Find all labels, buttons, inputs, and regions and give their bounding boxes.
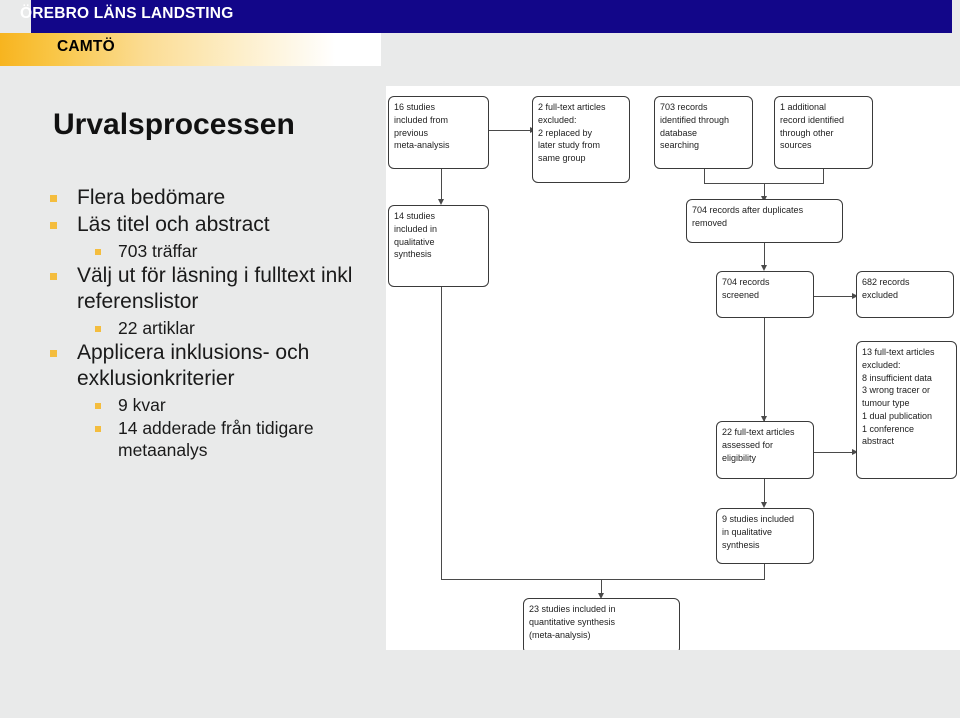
bullet-square-icon [95, 402, 101, 409]
list-item: 14 adderade från tidigare metaanalys [50, 417, 380, 461]
flow-box-additional-records-other-sources: 1 additional record identified through o… [774, 96, 873, 169]
list-item-label: Applicera inklusions- och exklusionkrite… [77, 340, 310, 391]
bullet-square-icon [95, 248, 101, 255]
page-title: Urvalsprocessen [53, 108, 295, 141]
prisma-flowchart-image: 16 studies included from previous meta-a… [386, 86, 960, 650]
list-item: 703 träffar [50, 240, 380, 262]
connector-line [704, 169, 705, 183]
connector-line [764, 479, 765, 504]
connector-line [441, 579, 765, 580]
connector-line [764, 243, 765, 267]
flow-box-two-excluded: 2 full-text articles excluded: 2 replace… [532, 96, 630, 183]
connector-line [814, 452, 854, 453]
bullet-square-icon [95, 425, 101, 432]
connector-line [823, 169, 824, 183]
connector-line [814, 296, 854, 297]
flow-box-thirteen-full-text-excluded: 13 full-text articles excluded: 8 insuff… [856, 341, 957, 479]
list-item: 22 artiklar [50, 317, 380, 339]
connector-line [489, 130, 531, 131]
list-item-label: Välj ut för läsning i fulltext inkl refe… [77, 263, 353, 314]
list-item: Flera bedömare [50, 185, 380, 211]
bullet-square-icon [50, 272, 57, 280]
flow-box-records-screened: 704 records screened [716, 271, 814, 318]
list-item-label: Flera bedömare [77, 186, 226, 209]
unit-title: CAMTÖ [57, 38, 115, 55]
list-item-label: 703 träffar [118, 240, 198, 261]
bullet-square-icon [50, 195, 57, 202]
list-item: Välj ut för läsning i fulltext inkl refe… [50, 263, 380, 316]
flow-box-records-excluded: 682 records excluded [856, 271, 954, 318]
list-item-label: 22 artiklar [118, 317, 195, 338]
flow-box-nine-qualitative-synthesis: 9 studies included in qualitative synthe… [716, 508, 814, 564]
list-item-label: 9 kvar [118, 394, 166, 415]
flow-box-records-after-duplicates-removed: 704 records after duplicates removed [686, 199, 843, 243]
flow-box-quantitative-synthesis: 23 studies included in quantitative synt… [523, 598, 680, 650]
connector-line [441, 169, 442, 201]
organisation-title: ÖREBRO LÄNS LANDSTING [20, 5, 234, 22]
list-item: Applicera inklusions- och exklusionkrite… [50, 340, 380, 393]
bullet-list: Flera bedömare Läs titel och abstract 70… [50, 185, 380, 462]
bullet-square-icon [50, 349, 57, 357]
connector-line [764, 318, 765, 421]
list-item-label: Läs titel och abstract [77, 213, 270, 237]
connector-line [764, 564, 765, 579]
connector-line [441, 287, 442, 579]
list-item-label: 14 adderade från tidigare metaanalys [118, 417, 314, 460]
bullet-square-icon [95, 325, 101, 332]
flow-box-previous-meta-analysis: 16 studies included from previous meta-a… [388, 96, 489, 169]
list-item: Läs titel och abstract [50, 212, 380, 238]
flow-box-fourteen-qualitative-synthesis: 14 studies included in qualitative synth… [388, 205, 489, 287]
bullet-square-icon [50, 222, 57, 230]
flow-box-full-text-assessed-eligibility: 22 full-text articles assessed for eligi… [716, 421, 814, 479]
flow-box-records-identified-database: 703 records identified through database … [654, 96, 753, 169]
list-item: 9 kvar [50, 394, 380, 416]
